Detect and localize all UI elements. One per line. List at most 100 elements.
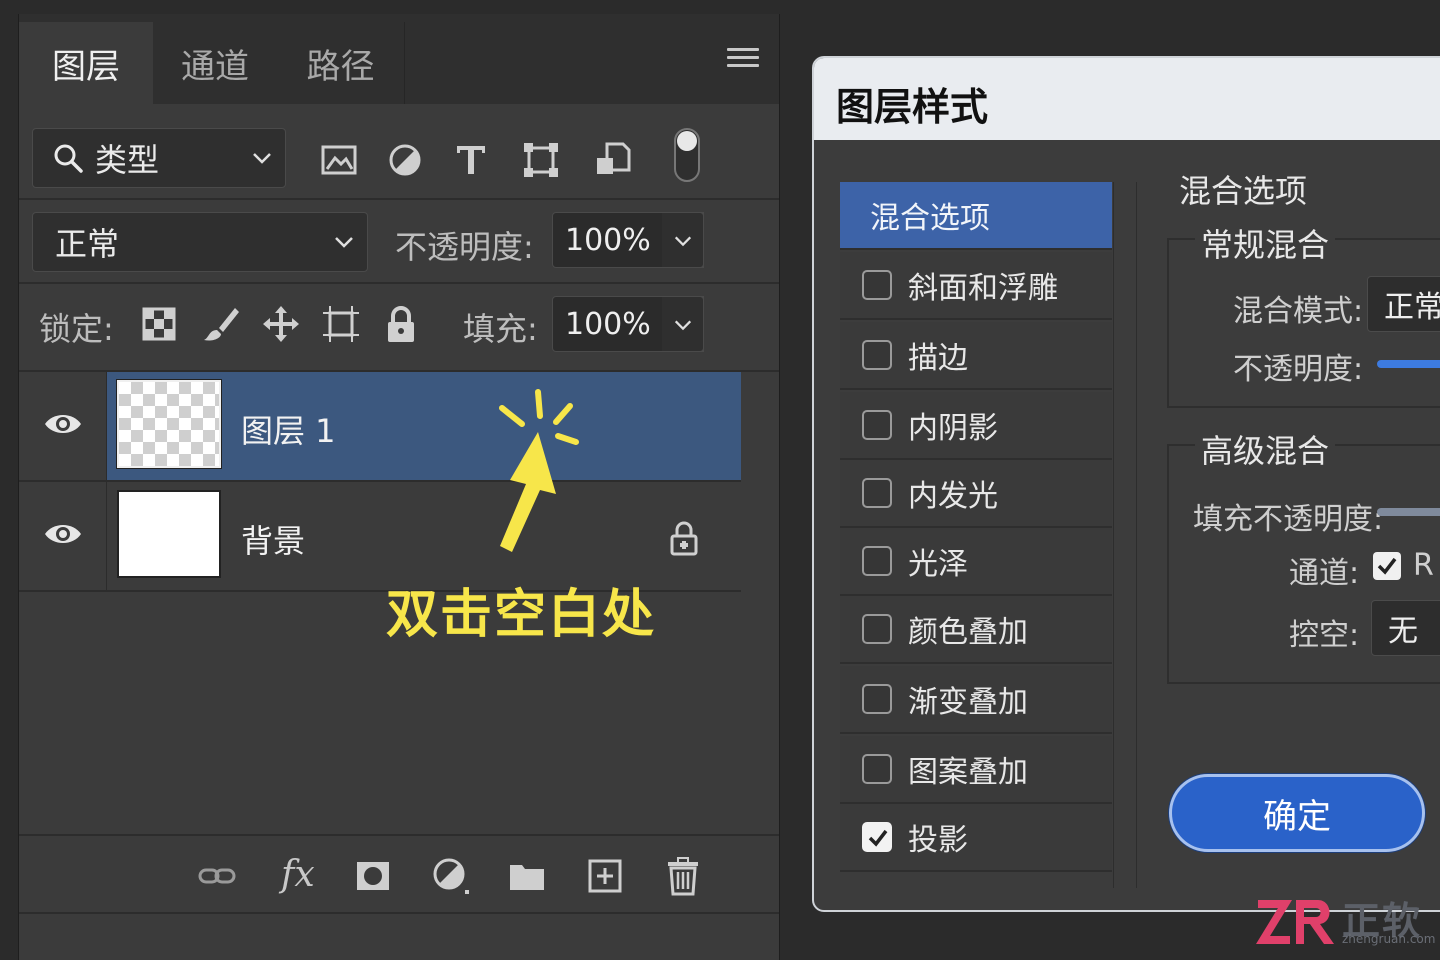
fill-opacity-label: 填充不透明度: [1193, 502, 1384, 537]
style-item-stroke[interactable]: 描边 [840, 322, 1112, 390]
blending-options-title: 混合选项 [1173, 166, 1314, 212]
style-item-label: 光泽 [908, 547, 968, 582]
delete-layer-trash-icon[interactable] [663, 856, 703, 896]
style-item-label: 斜面和浮雕 [908, 271, 1058, 306]
style-item-blending-options[interactable]: 混合选项 [840, 182, 1112, 250]
filter-row: 类型 [19, 128, 779, 200]
tab-paths[interactable]: 路径 [277, 22, 405, 104]
chevron-down-icon [674, 320, 692, 331]
checkmark-icon [1377, 557, 1397, 575]
opacity-dropdown-button[interactable] [662, 212, 704, 268]
layer-name: 背景 [241, 522, 306, 560]
lock-position-icon[interactable] [261, 304, 301, 344]
style-item-bevel-emboss[interactable]: 斜面和浮雕 [840, 252, 1112, 320]
lock-all-icon[interactable] [381, 304, 421, 344]
blend-mode-value: 正常 [55, 225, 120, 263]
blend-mode-label: 混合模式: [1233, 294, 1364, 329]
shape-filter-icon[interactable] [521, 140, 561, 180]
logo-url: zhengruan.com [1342, 932, 1436, 946]
fx-icon[interactable]: fx [281, 854, 315, 895]
lock-label: 锁定: [39, 310, 114, 348]
dialog-title: 图层样式 [814, 58, 1440, 140]
layer-style-dialog: 图层样式 混合选项 斜面和浮雕 描边 内阴影 内发光 光泽 颜色叠加 渐变叠加 … [812, 56, 1440, 912]
filter-type-select[interactable]: 类型 [32, 128, 286, 188]
cursor-arrow-icon [499, 389, 579, 552]
checkbox[interactable] [862, 270, 892, 300]
style-list: 混合选项 斜面和浮雕 描边 内阴影 内发光 光泽 颜色叠加 渐变叠加 图案叠加 … [840, 182, 1114, 888]
style-item-pattern-overlay[interactable]: 图案叠加 [840, 736, 1112, 804]
checkbox[interactable] [862, 684, 892, 714]
style-item-label: 混合选项 [870, 201, 990, 236]
advanced-blending-title: 高级混合 [1195, 426, 1336, 472]
lock-transparent-pixels-icon[interactable] [139, 304, 179, 344]
tab-channels[interactable]: 通道 [155, 22, 275, 104]
eye-icon[interactable] [43, 520, 83, 548]
knockout-label: 控空: [1289, 618, 1360, 653]
panel-tabs: 图层 通道 路径 [19, 14, 779, 104]
panel-menu-icon[interactable] [727, 48, 759, 72]
smart-object-filter-icon[interactable] [593, 140, 633, 180]
general-blending-title: 常规混合 [1195, 220, 1336, 266]
channels-label: 通道: [1289, 556, 1360, 591]
style-item-gradient-overlay[interactable]: 渐变叠加 [840, 666, 1112, 734]
style-item-label: 渐变叠加 [908, 685, 1028, 720]
knockout-select[interactable]: 无 [1371, 600, 1440, 656]
add-mask-icon[interactable] [353, 856, 393, 896]
new-group-folder-icon[interactable] [507, 856, 547, 896]
layer-thumbnail-white [117, 490, 221, 578]
type-filter-icon[interactable] [451, 140, 491, 180]
dialog-blend-mode-select[interactable]: 正常 [1367, 276, 1440, 332]
style-item-label: 颜色叠加 [908, 615, 1028, 650]
checkbox[interactable] [862, 340, 892, 370]
watermark-logo: 正软 zhengruan.com [1254, 888, 1436, 954]
double-click-annotation: 双击空白处 [380, 386, 700, 646]
image-filter-icon[interactable] [319, 140, 359, 180]
checkbox-checked[interactable] [862, 822, 892, 852]
checkbox[interactable] [862, 478, 892, 508]
style-item-inner-glow[interactable]: 内发光 [840, 460, 1112, 528]
adjustment-filter-icon[interactable] [385, 140, 425, 180]
style-item-label: 图案叠加 [908, 755, 1028, 790]
style-item-drop-shadow[interactable]: 投影 [840, 804, 1112, 872]
zr-logo-icon [1256, 900, 1334, 944]
fill-dropdown-button[interactable] [662, 296, 704, 352]
checkbox[interactable] [862, 410, 892, 440]
channel-r-label: R [1413, 548, 1434, 583]
style-item-satin[interactable]: 光泽 [840, 528, 1112, 596]
layer-name: 图层 1 [241, 412, 336, 450]
filter-toggle[interactable] [674, 128, 700, 182]
style-item-label: 内阴影 [908, 411, 998, 446]
tab-layers[interactable]: 图层 [19, 22, 153, 104]
eye-icon[interactable] [43, 410, 83, 438]
lock-artboard-icon[interactable] [321, 304, 361, 344]
annotation-text: 双击空白处 [386, 585, 657, 645]
lock-row: 锁定: 填充: 100% [19, 296, 779, 356]
style-item-inner-shadow[interactable]: 内阴影 [840, 392, 1112, 460]
checkbox[interactable] [862, 614, 892, 644]
checkmark-icon [868, 829, 888, 847]
chevron-down-icon [674, 236, 692, 247]
style-item-label: 投影 [908, 823, 968, 858]
checkbox[interactable] [862, 754, 892, 784]
layers-bottom-bar: fx [19, 834, 779, 914]
fill-label: 填充: [463, 310, 538, 348]
new-adjustment-layer-icon[interactable] [431, 856, 471, 896]
blending-options-pane: 混合选项 常规混合 混合模式: 正常 不透明度: 高级混合 填充不透明度: 通道… [1136, 166, 1440, 888]
opacity-label: 不透明度: [395, 228, 534, 266]
chevron-down-icon [253, 153, 271, 164]
blend-row: 正常 不透明度: 100% [19, 212, 779, 272]
search-icon [54, 144, 83, 173]
link-layers-icon[interactable] [197, 856, 237, 896]
opacity-slider[interactable] [1377, 360, 1440, 368]
new-layer-icon[interactable] [585, 856, 625, 896]
lock-image-pixels-icon[interactable] [201, 304, 241, 344]
layer-thumbnail-transparent [117, 380, 221, 468]
ok-button[interactable]: 确定 [1169, 774, 1425, 852]
checkbox[interactable] [862, 546, 892, 576]
fill-opacity-slider[interactable] [1377, 508, 1440, 516]
style-item-color-overlay[interactable]: 颜色叠加 [840, 596, 1112, 664]
blend-mode-select[interactable]: 正常 [32, 212, 368, 272]
channel-r-checkbox[interactable] [1373, 552, 1401, 580]
style-item-label: 描边 [908, 341, 968, 376]
filter-type-label: 类型 [95, 141, 160, 179]
